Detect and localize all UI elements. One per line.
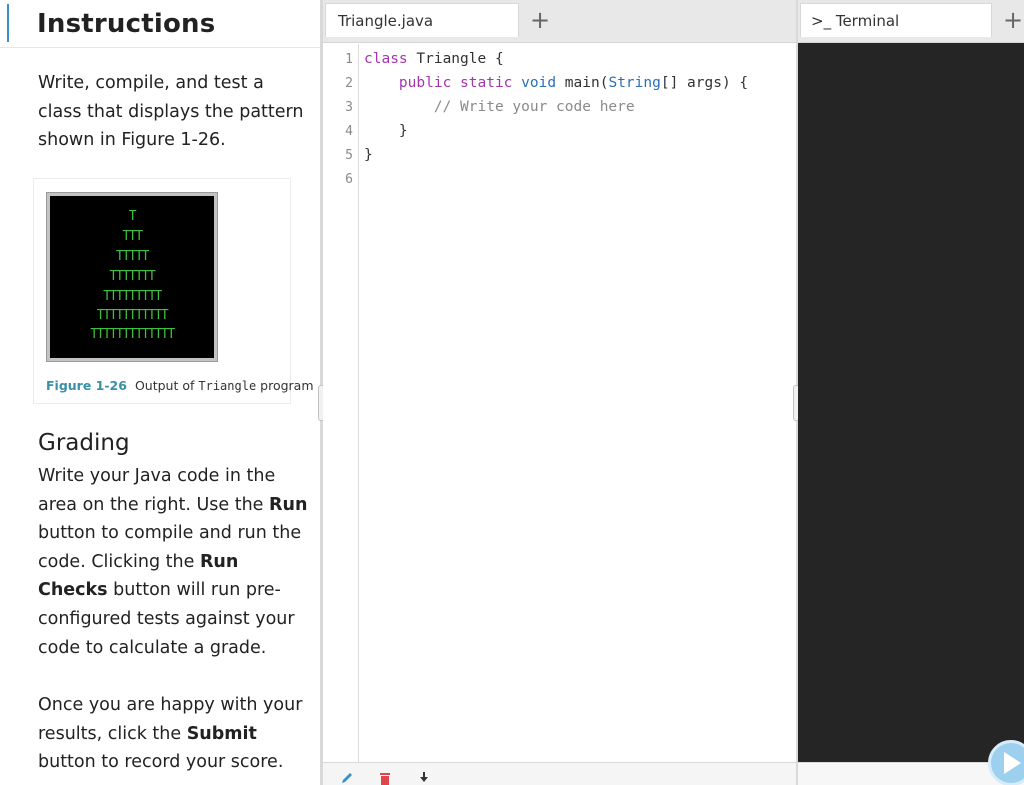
grading-text-2: button to compile and run the code. Clic… [38, 523, 302, 572]
caption-text: Output of [134, 378, 199, 393]
add-tab-icon[interactable]: + [530, 8, 550, 32]
type: void [521, 75, 557, 91]
trash-icon[interactable] [378, 771, 392, 785]
type: String [608, 75, 661, 91]
terminal-panel: >_ Terminal + [798, 0, 1024, 785]
figure-output-screen: T TTT TTTTT TTTTTTT TTTTTTTTT TTTTTTTTTT… [50, 196, 214, 358]
figure-card: T TTT TTTTT TTTTTTT TTTTTTTTT TTTTTTTTTT… [33, 178, 314, 404]
code-line-5: } [364, 147, 373, 163]
code-text: [] args) { [660, 75, 749, 91]
tab-terminal[interactable]: >_ Terminal [800, 3, 992, 37]
grading-heading: Grading [38, 430, 130, 456]
instructions-panel: Instructions Write, compile, and test a … [0, 0, 320, 785]
figure-output-image: T TTT TTTTT TTTTTTT TTTTTTTTT TTTTTTTTTT… [46, 192, 218, 362]
output-line: TTTTTTTTTTT [96, 308, 169, 323]
line-number: 6 [345, 172, 353, 187]
line-number: 3 [345, 100, 353, 115]
instructions-header: Instructions [0, 0, 320, 48]
editor-tab-bar: Triangle.java + [323, 0, 796, 43]
caption-text-end: program [256, 378, 314, 393]
pencil-icon[interactable] [340, 771, 354, 785]
figure-number: Figure 1-26 [46, 378, 127, 393]
line-number: 5 [345, 148, 353, 163]
tab-label: Triangle.java [338, 12, 434, 30]
instructions-content[interactable]: Write, compile, and test a class that di… [10, 50, 320, 785]
line-number: 1 [345, 52, 353, 67]
instructions-title: Instructions [37, 9, 216, 39]
terminal-tab-label: >_ Terminal [811, 12, 900, 30]
run-button[interactable] [988, 740, 1024, 785]
submit-paragraph: Once you are happy with your results, cl… [38, 691, 308, 777]
header-accent-bar [7, 4, 9, 42]
figure-caption: Figure 1-26 Output of Triangle program [46, 378, 314, 393]
keyword: class [364, 51, 408, 67]
download-icon[interactable] [417, 771, 431, 785]
tab-triangle-java[interactable]: Triangle.java [325, 3, 519, 37]
submit-text-2: button to record your score. [38, 752, 284, 773]
code-text: Triangle { [407, 51, 504, 67]
add-terminal-icon[interactable]: + [1003, 8, 1023, 32]
terminal-output[interactable] [798, 43, 1024, 762]
output-line: T [128, 209, 137, 224]
code-line-4: } [364, 123, 408, 139]
submit-keyword: Submit [186, 723, 257, 744]
output-line: TTTTT [115, 249, 150, 264]
code-line-3: // Write your code here [364, 99, 635, 115]
output-line: TTT [122, 229, 143, 244]
run-keyword: Run [269, 494, 308, 515]
caption-code: Triangle [198, 379, 257, 393]
grading-text-1: Write your Java code in the area on the … [38, 466, 276, 515]
code-text: main( [556, 75, 609, 91]
play-icon [1004, 752, 1021, 774]
output-line: TTTTTTTTT [103, 289, 162, 304]
intro-paragraph: Write, compile, and test a class that di… [38, 73, 304, 151]
line-number: 2 [345, 76, 353, 91]
submit-text-1: Once you are happy with your results, cl… [38, 695, 303, 744]
code-editor-panel: Triangle.java + 1 2 3 4 5 6 class Triang… [323, 0, 796, 785]
output-line: TTTTTTT [109, 269, 156, 284]
terminal-tab-bar: >_ Terminal + [798, 0, 1024, 43]
keyword: public static [398, 75, 513, 91]
code-line-1: class Triangle { [364, 51, 504, 67]
code-line-2: public static void main(String[] args) { [364, 75, 748, 91]
grading-paragraph: Write your Java code in the area on the … [38, 462, 308, 662]
output-line: TTTTTTTTTTTTT [90, 327, 175, 342]
editor-footer [323, 762, 796, 785]
line-number: 4 [345, 124, 353, 139]
line-number-gutter: 1 2 3 4 5 6 [323, 44, 359, 762]
code-area[interactable]: class Triangle { public static void main… [360, 44, 796, 762]
